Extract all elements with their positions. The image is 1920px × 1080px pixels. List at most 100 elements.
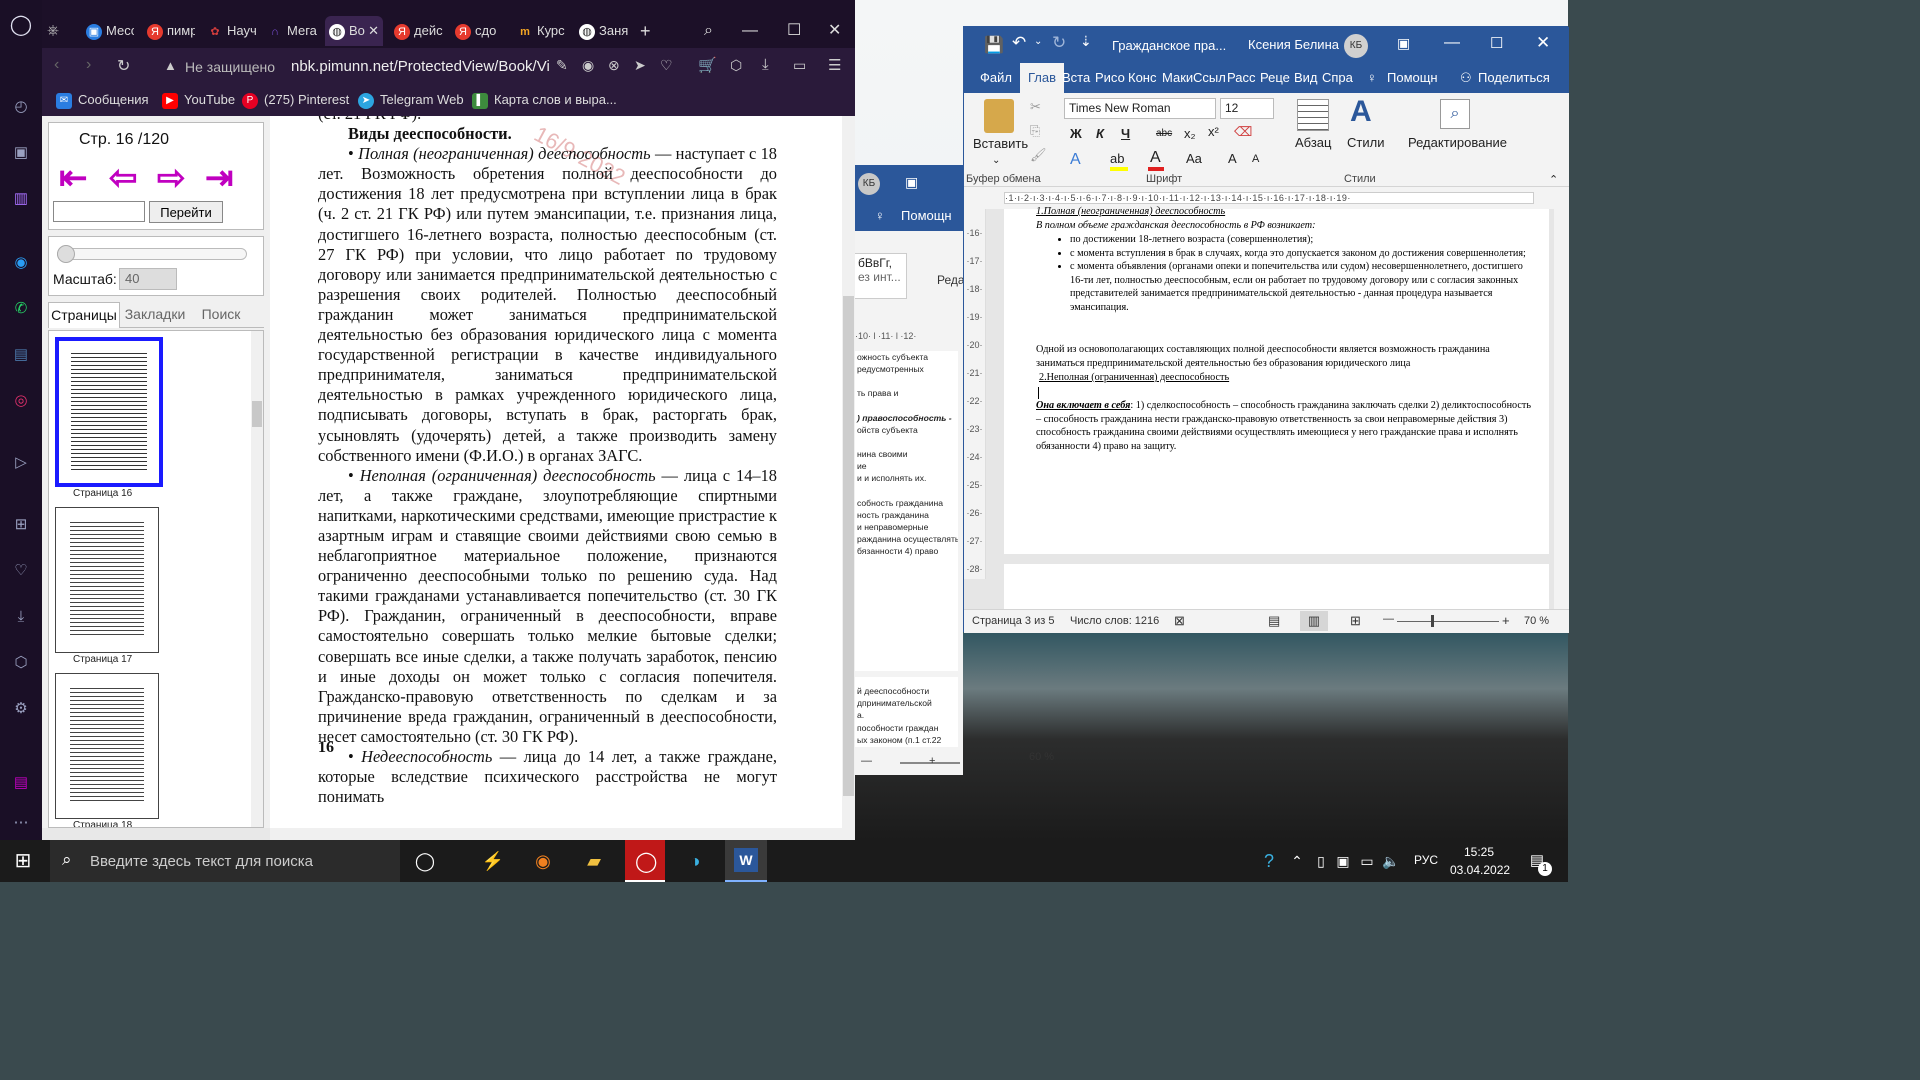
zoom-in-button[interactable]: + (929, 755, 935, 767)
prev-page-icon[interactable]: ⇦ (109, 161, 138, 195)
zoom-out-button[interactable]: — (1383, 613, 1394, 625)
vk-icon[interactable]: ▤ (8, 344, 34, 366)
instagram-icon[interactable]: ◎ (8, 390, 34, 412)
save-icon[interactable]: 💾 (984, 35, 1004, 55)
bookmark-0[interactable]: ✉ Сообщения (56, 92, 149, 109)
tab-7[interactable]: m Курс (517, 16, 569, 46)
proofing-icon[interactable]: ⊠ (1174, 613, 1185, 629)
paragraph-button[interactable]: Абзац (1295, 135, 1331, 150)
tab-bookmarks[interactable]: Закладки (120, 302, 190, 328)
cart-icon[interactable]: 🛒 (698, 56, 717, 74)
thumbnail-scrollbar[interactable] (251, 331, 263, 827)
font-name-select[interactable]: Times New Roman (1064, 98, 1216, 119)
heart-icon[interactable]: ♡ (8, 560, 34, 582)
thumbnail-page-17[interactable] (55, 507, 159, 653)
tab-gamepad-icon[interactable]: ⎈ (47, 16, 65, 46)
whatsapp-icon[interactable]: ✆ (8, 298, 34, 320)
lightbulb-icon[interactable]: ♀ (1367, 70, 1377, 85)
block-icon[interactable]: ⊗ (608, 57, 620, 74)
bookmark-3[interactable]: ➤ Telegram Web (358, 92, 464, 109)
search-tabs-icon[interactable]: ⌕ (704, 16, 724, 46)
more-icon[interactable]: ⋯ (8, 812, 34, 834)
strikethrough-button[interactable]: abc (1156, 128, 1172, 139)
document-page-2[interactable]: й дееспособности дпринимательской а. пособн… (855, 677, 958, 747)
zoom-slider-handle[interactable] (1431, 615, 1434, 627)
page-count[interactable]: Страница 3 из 5 (972, 615, 1054, 627)
tab-search[interactable]: Поиск (191, 302, 251, 328)
forward-icon[interactable]: › (86, 56, 91, 74)
heart-bookmark-icon[interactable]: ♡ (660, 57, 673, 74)
tab-insert[interactable]: Вста (1062, 70, 1090, 85)
left-horizontal-scrollbar[interactable] (42, 828, 270, 840)
thumbnail-page-16[interactable] (55, 337, 163, 487)
book-page[interactable]: 16/9-2022 (ст. 21 ГК РФ).Виды дееспособн… (270, 116, 842, 828)
zoom-level[interactable]: 70 % (1524, 615, 1549, 627)
opera-taskbar-button[interactable]: ◯ (625, 840, 665, 882)
clock-time[interactable]: 15:25 (1464, 845, 1494, 859)
player-icon[interactable]: ▷ (8, 452, 34, 474)
styles-gallery[interactable]: бВвГг, ез инт... (853, 253, 907, 299)
close-button[interactable]: ✕ (1536, 33, 1550, 53)
send-icon[interactable]: ➤ (634, 57, 646, 74)
task-view-icon[interactable]: ◯ (410, 846, 440, 876)
editing-group[interactable]: Реда (937, 273, 965, 287)
redo-icon[interactable]: ↻ (1052, 33, 1066, 53)
tab-close-icon[interactable]: ✕ (368, 16, 379, 46)
grow-font-icon[interactable]: A (1228, 151, 1237, 166)
styles-icon[interactable]: A (1350, 95, 1372, 129)
bold-button[interactable]: Ж (1070, 126, 1082, 141)
print-layout-icon[interactable]: ▥ (1300, 611, 1328, 631)
menu-icon[interactable]: ☰ (828, 56, 841, 74)
page-vertical-scrollbar[interactable] (842, 116, 855, 828)
undo-icon[interactable]: ↶ (1012, 33, 1026, 53)
format-painter-icon[interactable]: 🖌 (1030, 147, 1047, 163)
settings-icon[interactable]: ⚙ (8, 698, 34, 720)
tab-references[interactable]: Ссыл (1193, 70, 1226, 85)
word-count[interactable]: Число слов: 1216 (1070, 615, 1159, 627)
help-tab[interactable]: Помощн (901, 208, 952, 223)
tell-me-field[interactable]: Помощн (1387, 70, 1438, 85)
next-page-icon[interactable]: ⇨ (157, 161, 186, 195)
new-tab-button[interactable]: + (640, 16, 658, 46)
zoom-slider[interactable] (1397, 621, 1499, 622)
extensions-icon[interactable]: ⬡ (8, 652, 34, 674)
user-name[interactable]: Ксения Белина (1248, 37, 1339, 52)
start-button-icon[interactable]: ⊞ (8, 846, 38, 876)
document-page[interactable]: ожность субъекта редусмотренных ть права и… (855, 351, 958, 671)
thumbnail-page-18[interactable] (55, 673, 159, 819)
battery-icon[interactable]: ▭ (793, 57, 806, 74)
speed-dial-icon[interactable]: ◴ (8, 96, 34, 118)
font-color-icon[interactable]: A (1150, 149, 1161, 167)
help-icon[interactable]: ? (1254, 846, 1284, 876)
url-field[interactable]: nbk.pimunn.net/ProtectedView/Book/Vi (291, 58, 550, 75)
download-icon[interactable]: ⤓ (762, 56, 769, 73)
zoom-in-button[interactable]: + (1502, 613, 1510, 628)
superscript-button[interactable]: x² (1208, 124, 1219, 139)
edge-icon[interactable]: ◑ (680, 846, 710, 876)
tab-1[interactable]: Япимр (147, 16, 195, 46)
tab-home[interactable]: Глав (1020, 63, 1065, 93)
cut-icon[interactable]: ✂ (1030, 99, 1041, 115)
web-layout-icon[interactable]: ⊞ (1350, 613, 1361, 629)
tab-2[interactable]: ✿ Науч (207, 16, 257, 46)
minimize-button[interactable]: — (742, 16, 762, 46)
goto-page-button[interactable]: Перейти (149, 201, 223, 223)
zoom-slider[interactable] (57, 248, 247, 260)
word-taskbar-button[interactable]: W (725, 840, 767, 882)
thumbnail-list[interactable]: Страница 16 Страница 17 Страница 18 (48, 330, 264, 828)
vertical-scrollbar[interactable] (1554, 209, 1569, 609)
sidebar-extra-icon[interactable]: ▤ (8, 772, 34, 794)
shrink-font-icon[interactable]: A (1252, 153, 1259, 165)
camera-icon[interactable]: ◉ (582, 57, 594, 74)
back-icon[interactable]: ‹ (54, 56, 59, 74)
editing-button[interactable]: Редактирование (1408, 135, 1507, 150)
tab-review[interactable]: Реце (1260, 70, 1290, 85)
clear-format-icon[interactable]: ⌫ (1234, 124, 1252, 140)
subscript-button[interactable]: x₂ (1184, 126, 1196, 141)
edit-icon[interactable]: ✎ (556, 57, 568, 74)
text-effects-icon[interactable]: A (1070, 151, 1081, 169)
paragraph-icon[interactable] (1297, 99, 1329, 131)
bookmark-2[interactable]: P (275) Pinterest (242, 92, 349, 109)
tab-view[interactable]: Вид (1294, 70, 1318, 85)
twitch-icon[interactable]: ▥ (8, 188, 34, 210)
